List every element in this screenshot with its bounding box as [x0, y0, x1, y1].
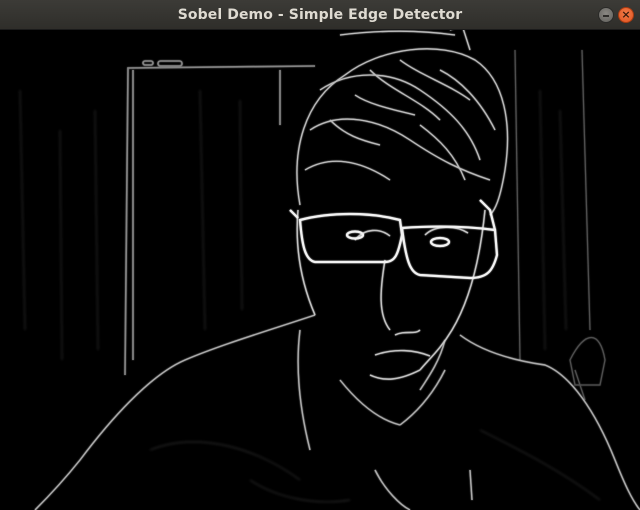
- minimize-button[interactable]: [598, 7, 614, 23]
- close-icon: ×: [621, 8, 631, 21]
- title-bar[interactable]: Sobel Demo - Simple Edge Detector ×: [0, 0, 640, 30]
- sobel-edge-image: [0, 30, 640, 510]
- edge-image-view: [0, 30, 640, 510]
- window-title: Sobel Demo - Simple Edge Detector: [177, 7, 463, 23]
- close-button[interactable]: ×: [618, 7, 634, 23]
- application-window: Sobel Demo - Simple Edge Detector ×: [0, 0, 640, 510]
